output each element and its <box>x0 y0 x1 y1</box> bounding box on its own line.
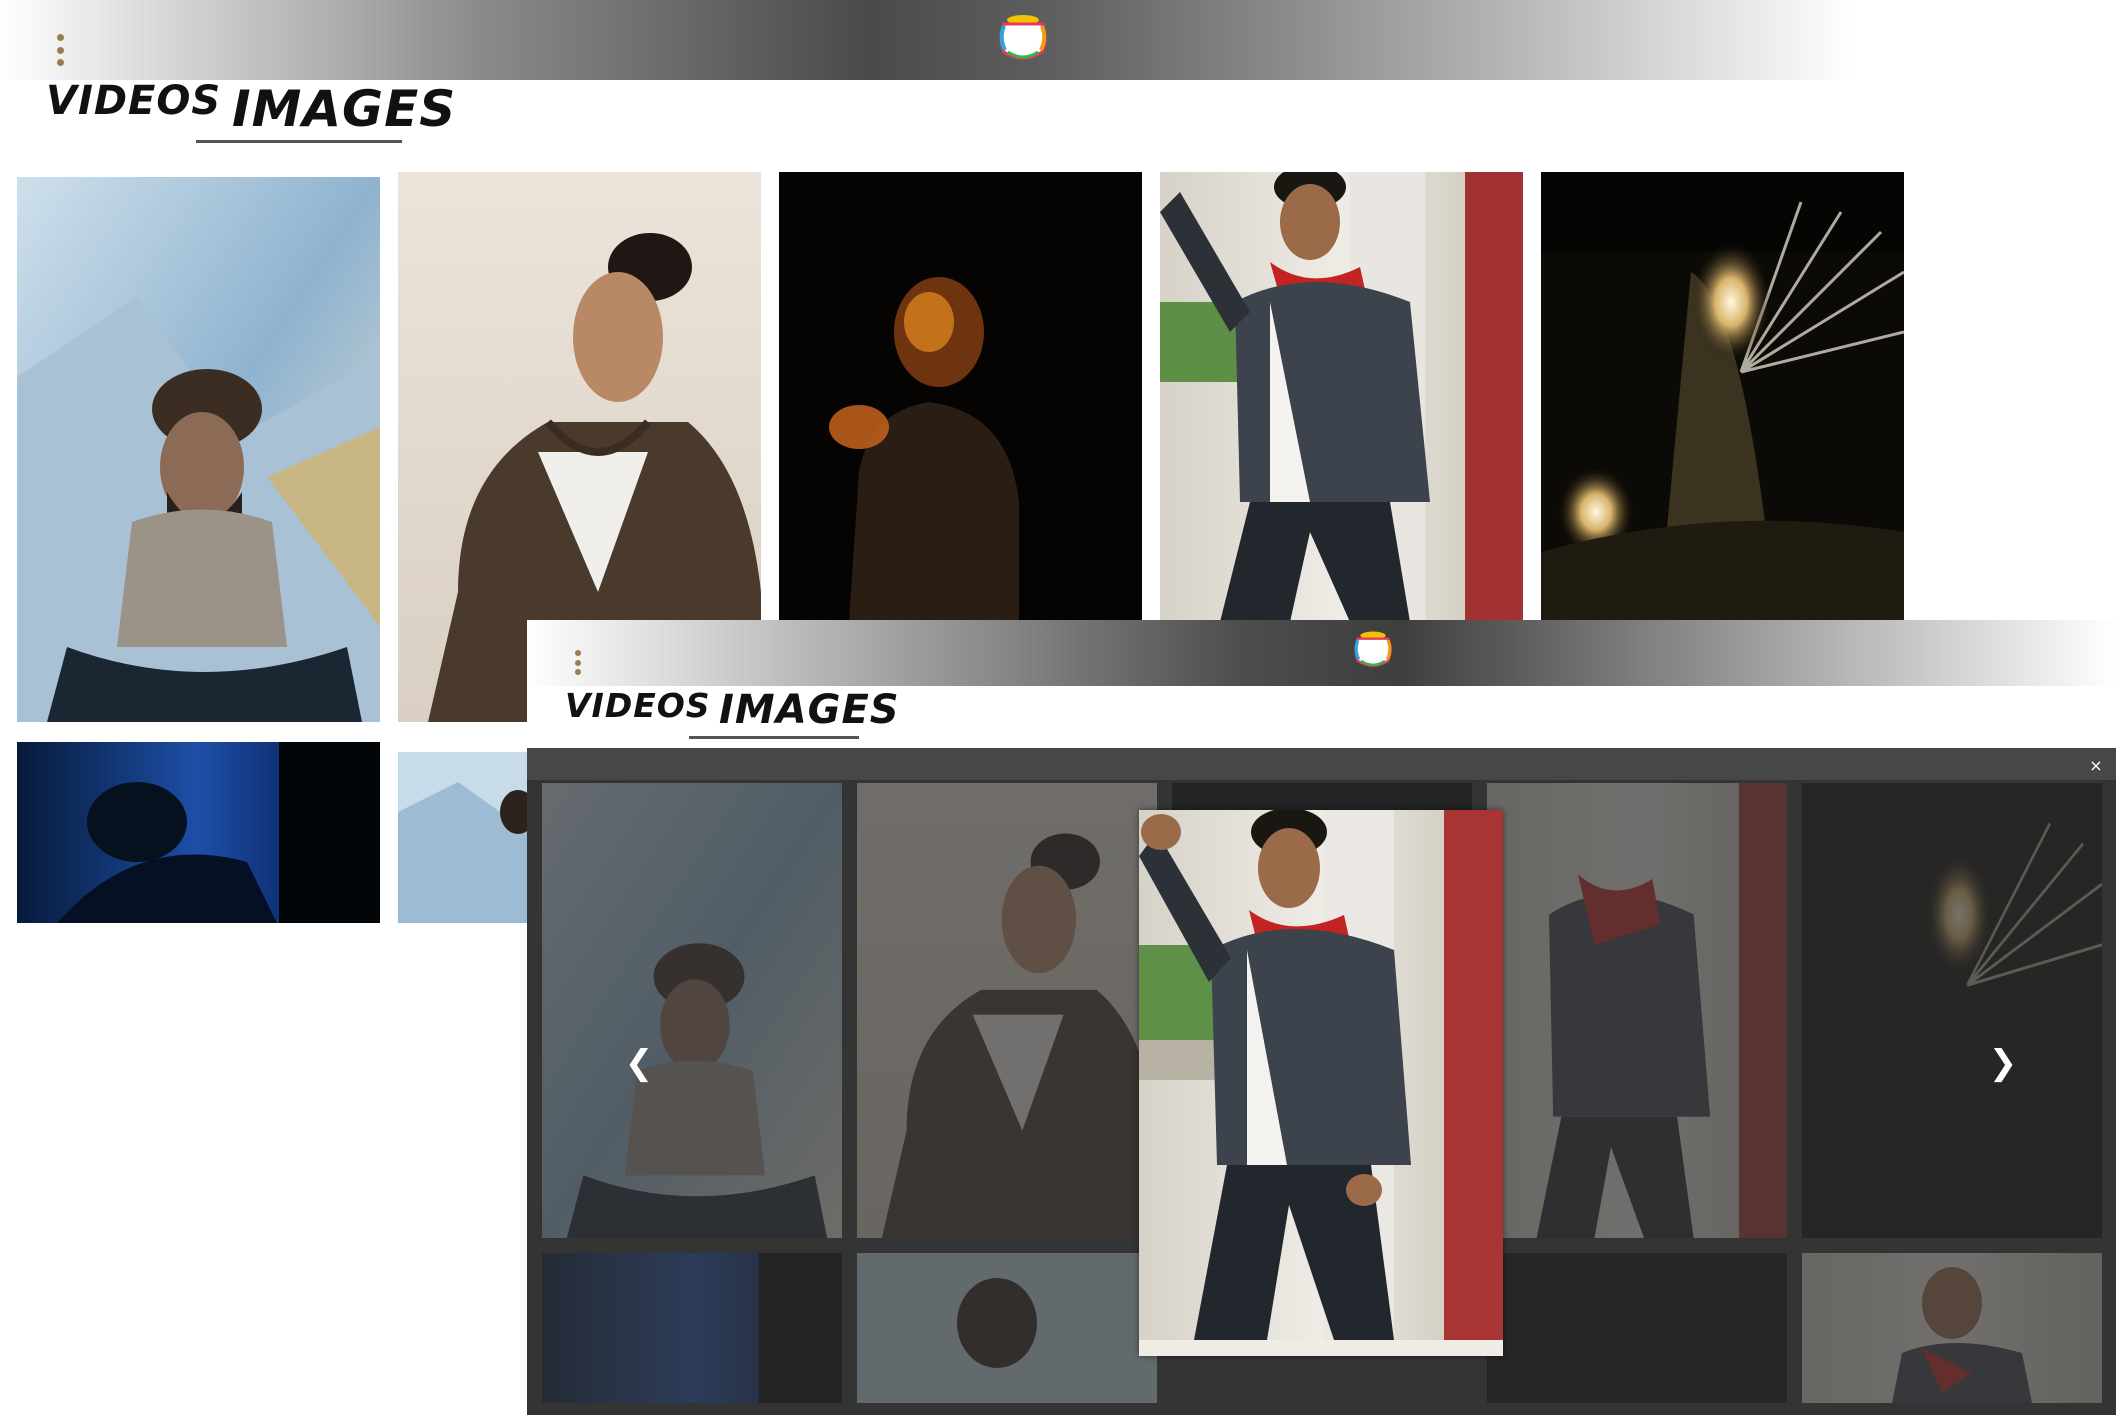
dimmed-thumb-man-blue-sky <box>857 1253 1157 1403</box>
jar-logo-icon <box>1354 631 1392 667</box>
lightbox-overlay[interactable]: × ❮ ❯ <box>527 748 2116 1415</box>
gallery-window-front: VIDEOS IMAGES × ❮ ❯ <box>527 620 2116 1415</box>
dimmed-thumb-dark <box>1487 1253 1787 1403</box>
tab-videos[interactable]: VIDEOS <box>46 78 221 124</box>
dimmed-thumb-man-in-leather-jacket <box>1487 783 1787 1238</box>
tab-videos[interactable]: VIDEOS <box>565 686 711 725</box>
lightbox-next-button[interactable]: ❯ <box>1983 1038 2023 1088</box>
dimmed-thumb-blue-silhouette <box>542 1253 842 1403</box>
lightbox-image-man-in-leather-jacket <box>1139 810 1503 1356</box>
gallery-thumb-blue-silhouette[interactable] <box>17 742 380 923</box>
active-tab-underline <box>196 140 402 143</box>
tab-images[interactable]: IMAGES <box>232 80 456 138</box>
dimmed-thumb-seated-man <box>542 783 842 1238</box>
menu-dots-icon[interactable] <box>575 650 582 675</box>
tab-images[interactable]: IMAGES <box>719 687 900 733</box>
gallery-thumb-man-in-leather-jacket[interactable] <box>1160 172 1523 622</box>
jar-logo-icon <box>999 15 1047 60</box>
dimmed-thumb-man-red-scarf <box>1802 1253 2102 1403</box>
lightbox-close-button[interactable]: × <box>2084 754 2108 778</box>
gallery-thumb-seated-man[interactable] <box>17 177 380 722</box>
gallery-thumb-man-blue-sky[interactable] <box>398 752 528 923</box>
gallery-thumb-dark-figure[interactable] <box>779 172 1142 622</box>
active-tab-underline <box>689 736 859 739</box>
lightbox-prev-button[interactable]: ❮ <box>619 1038 659 1088</box>
app-header <box>527 620 2116 686</box>
dimmed-thumb-fireworks <box>1802 783 2102 1238</box>
dimmed-thumb-man-in-cap <box>857 783 1157 1238</box>
menu-dots-icon[interactable] <box>57 34 65 66</box>
gallery-thumb-fireworks[interactable] <box>1541 172 1904 622</box>
app-header <box>0 0 1930 80</box>
lightbox-top-bar <box>527 748 2116 780</box>
